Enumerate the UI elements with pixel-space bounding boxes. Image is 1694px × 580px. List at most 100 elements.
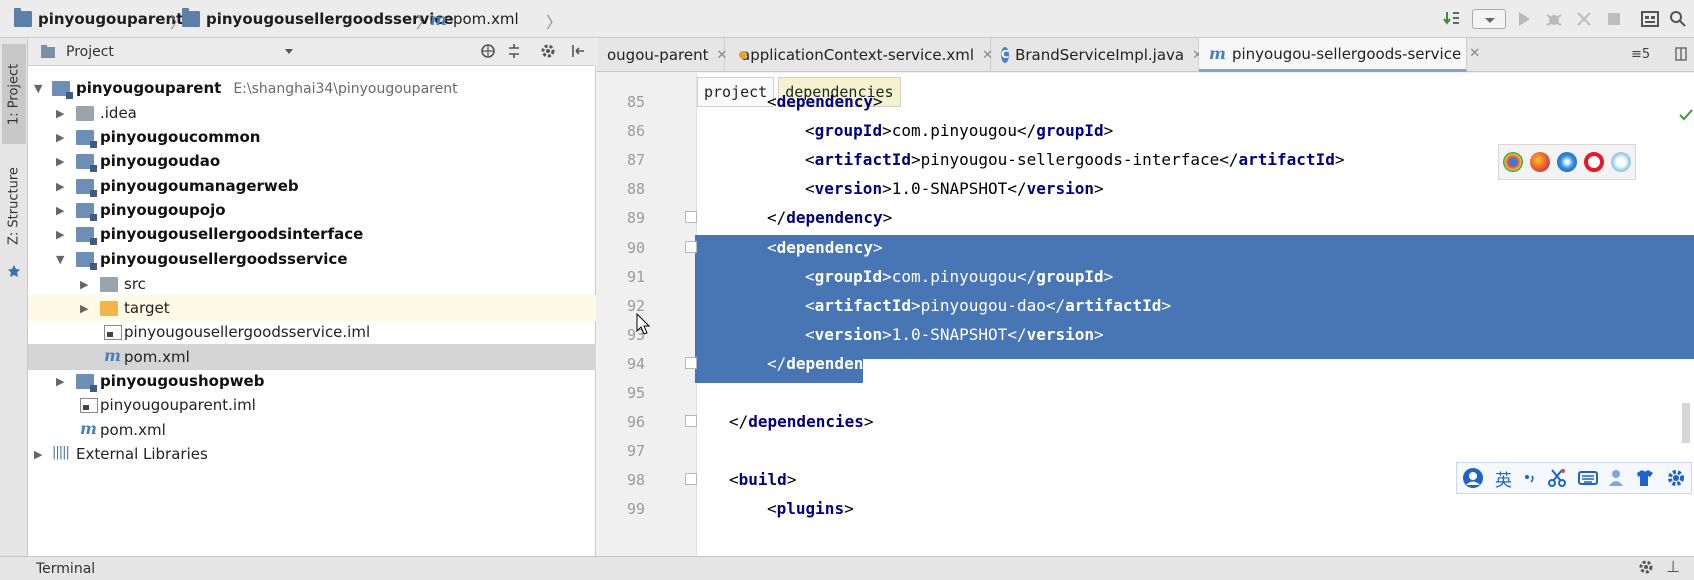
tab-pinyougou-parent[interactable]: ougou-parent ✕ xyxy=(597,38,727,72)
code-line[interactable]: 92 <artifactId>pinyougou-dao</artifactId> xyxy=(597,291,1694,323)
tree-node-idea[interactable]: ▶ .idea xyxy=(28,100,596,126)
ime-language[interactable]: 英 xyxy=(1495,466,1512,491)
tree-node-external-libraries[interactable]: ▶ ||||| External Libraries xyxy=(28,441,596,467)
search-everywhere-icon[interactable] xyxy=(1668,9,1688,29)
tree-node-target[interactable]: ▶ target xyxy=(28,295,596,321)
tree-node-common[interactable]: ▶ pinyougoucommon xyxy=(28,124,596,150)
collapse-all-icon[interactable] xyxy=(506,43,522,59)
folder-icon xyxy=(182,8,200,27)
tab-overflow-button[interactable]: ≡5 xyxy=(1631,47,1650,62)
editor-scrollbar[interactable] xyxy=(1682,403,1690,443)
tree-node-parent-pom[interactable]: m pom.xml xyxy=(28,417,596,443)
code-text: <build> xyxy=(729,470,797,490)
close-icon[interactable]: ✕ xyxy=(1469,46,1480,61)
hide-panel-icon[interactable] xyxy=(570,43,586,59)
collapsed-arrow-icon[interactable]: ▶ xyxy=(80,302,88,315)
code-line[interactable]: 86 <groupId>com.pinyougou</groupId> xyxy=(597,116,1694,148)
tree-node-shopweb[interactable]: ▶ pinyougoushopweb xyxy=(28,368,596,394)
line-number: 89 xyxy=(626,209,645,228)
tree-node-src[interactable]: ▶ src xyxy=(28,271,596,297)
tree-node-sellergoodsservice[interactable]: ▼ pinyougousellergoodsservice xyxy=(28,246,596,272)
breadcrumb-file[interactable]: m pom.xml xyxy=(430,8,519,30)
chrome-icon[interactable] xyxy=(1502,152,1523,172)
fold-marker-icon[interactable] xyxy=(685,356,697,369)
tree-node-parent-iml[interactable]: pinyougouparent.iml xyxy=(28,392,596,418)
collapsed-arrow-icon[interactable]: ▶ xyxy=(56,155,64,168)
code-line[interactable]: 93 <version>1.0-SNAPSHOT</version> xyxy=(597,320,1694,352)
scroll-from-source-icon[interactable] xyxy=(480,43,496,59)
breadcrumb-module[interactable]: pinyougousellergoodsservice xyxy=(182,8,454,30)
tree-node-root[interactable]: ▼ pinyougouparent E:\shanghai34\pinyougou… xyxy=(28,75,596,101)
tree-node-managerweb[interactable]: ▶ pinyougoumanagerweb xyxy=(28,173,596,199)
stop-icon[interactable] xyxy=(1604,9,1624,29)
fold-marker-icon[interactable] xyxy=(685,211,697,224)
tree-node-service-pom[interactable]: m pom.xml xyxy=(28,344,596,370)
tab-sellergoods-service-pom[interactable]: m pinyougou-sellergoods-service ✕ xyxy=(1199,38,1480,72)
skin-shirt-icon[interactable] xyxy=(1635,469,1655,487)
firefox-icon[interactable] xyxy=(1529,152,1550,172)
collapsed-arrow-icon[interactable]: ▶ xyxy=(56,228,64,241)
tab-applicationcontext-service[interactable]: applicationContext-service.xml ✕ xyxy=(725,38,993,72)
tree-node-service-iml[interactable]: pinyougousellergoodsservice.iml xyxy=(28,319,596,345)
run-config-dropdown[interactable] xyxy=(1472,9,1506,29)
ie-icon[interactable] xyxy=(1611,152,1632,172)
sogou-logo-icon[interactable] xyxy=(1462,467,1484,489)
code-text: <dependency> xyxy=(767,237,883,257)
project-panel: Project ▼ pinyougouparent E:\shanghai34\p… xyxy=(28,38,596,556)
tree-node-label: pinyougousellergoodsservice xyxy=(100,250,348,268)
code-line[interactable]: 91 <groupId>com.pinyougou</groupId> xyxy=(597,262,1694,294)
collapsed-arrow-icon[interactable]: ▶ xyxy=(56,375,64,388)
tree-node-dao[interactable]: ▶ pinyougoudao xyxy=(28,148,596,174)
fold-marker-icon[interactable] xyxy=(685,473,697,486)
tree-node-label: pinyougoudao xyxy=(100,152,221,170)
mouse-cursor-icon xyxy=(636,313,650,335)
tree-node-path: E:\shanghai34\pinyougouparent xyxy=(233,81,458,97)
code-line[interactable]: 89 </dependency> xyxy=(597,203,1694,235)
tab-structure[interactable]: Z: Structure xyxy=(2,156,26,256)
user-icon[interactable] xyxy=(1608,469,1624,487)
code-line[interactable]: 94 </dependency> xyxy=(597,349,1694,381)
collapsed-arrow-icon[interactable]: ▶ xyxy=(56,204,64,217)
collapsed-arrow-icon[interactable]: ▶ xyxy=(56,107,64,120)
expanded-arrow-icon[interactable]: ▼ xyxy=(56,253,64,266)
code-line[interactable]: 99 <plugins> xyxy=(597,494,1694,526)
collapsed-arrow-icon[interactable]: ▶ xyxy=(34,448,42,461)
collapsed-arrow-icon[interactable]: ▶ xyxy=(56,131,64,144)
gear-icon[interactable] xyxy=(540,43,556,59)
punctuation-icon[interactable] xyxy=(1523,471,1537,485)
gear-icon[interactable] xyxy=(1638,559,1654,575)
collapsed-arrow-icon[interactable]: ▶ xyxy=(80,278,88,291)
collapsed-arrow-icon[interactable]: ▶ xyxy=(56,180,64,193)
code-line[interactable]: 95 xyxy=(597,378,1694,410)
code-line[interactable]: 90 <dependency> xyxy=(597,233,1694,265)
project-view-title[interactable]: Project xyxy=(66,44,114,60)
fold-marker-icon[interactable] xyxy=(685,240,697,253)
code-line[interactable]: 96 </dependencies> xyxy=(597,407,1694,439)
tree-node-pojo[interactable]: ▶ pinyougoupojo xyxy=(28,197,596,223)
debug-icon[interactable] xyxy=(1544,9,1564,29)
keyboard-icon[interactable] xyxy=(1577,470,1598,486)
favorites-icon[interactable] xyxy=(7,264,21,278)
run-icon[interactable] xyxy=(1514,9,1534,29)
tab-project-label: 1: Project xyxy=(6,63,22,125)
tree-node-label: pinyougoumanagerweb xyxy=(100,177,299,195)
opera-icon[interactable] xyxy=(1584,152,1605,172)
line-number: 91 xyxy=(626,267,645,286)
expanded-arrow-icon[interactable]: ▼ xyxy=(34,82,42,95)
coverage-icon[interactable] xyxy=(1574,9,1594,29)
breadcrumb-project[interactable]: pinyougouparent xyxy=(14,8,183,30)
project-structure-icon[interactable] xyxy=(1640,9,1660,29)
minimize-icon[interactable]: ⊥ xyxy=(1666,557,1680,576)
terminal-tab[interactable]: Terminal xyxy=(36,561,95,577)
safari-icon[interactable] xyxy=(1556,152,1577,172)
code-line[interactable]: 85 <dependency> xyxy=(597,87,1694,119)
split-editor-icon[interactable] xyxy=(1675,47,1687,61)
make-project-icon[interactable] xyxy=(1442,9,1462,29)
gear-icon[interactable] xyxy=(1666,468,1686,488)
chevron-down-icon[interactable] xyxy=(284,48,294,56)
fold-marker-icon[interactable] xyxy=(685,415,697,428)
scissors-icon[interactable] xyxy=(1547,468,1567,488)
tab-brandserviceimpl[interactable]: C BrandServiceImpl.java ✕ xyxy=(991,38,1203,72)
tree-node-sellergoodsinterface[interactable]: ▶ pinyougousellergoodsinterface xyxy=(28,221,596,247)
tab-project[interactable]: 1: Project xyxy=(2,44,26,144)
